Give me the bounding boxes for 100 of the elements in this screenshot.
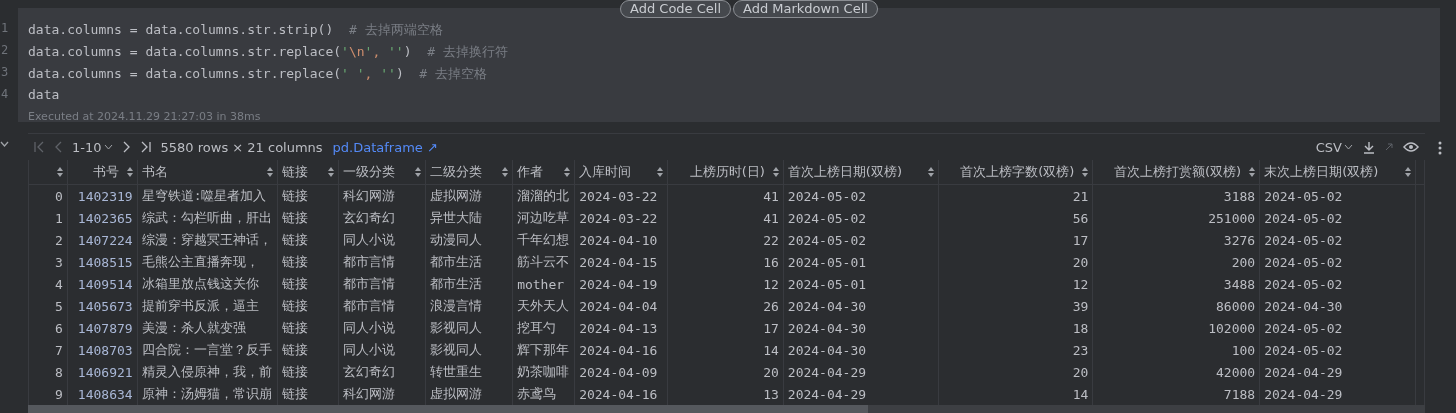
table-cell: 都市言情 (338, 273, 426, 295)
table-cell: 20 (667, 361, 784, 383)
sort-icon[interactable] (1404, 167, 1411, 177)
table-cell: 1405673 (67, 295, 138, 317)
table-cell: 奶茶咖啡 (512, 361, 575, 383)
table-cell: 20 (938, 361, 1093, 383)
more-icon[interactable] (1438, 141, 1442, 155)
column-header[interactable]: 作者 (512, 160, 575, 185)
table-cell: 2024-05-01 (783, 251, 939, 273)
table-cell: 20 (938, 251, 1093, 273)
table-cell: 链接 (277, 207, 339, 229)
table-cell: 1402365 (67, 207, 138, 229)
sort-icon[interactable] (564, 167, 571, 177)
table-cell: 链接 (277, 251, 339, 273)
table-cell: mother (512, 273, 575, 295)
table-cell: 挖耳勺 (512, 317, 575, 339)
row-index: 6 (28, 317, 68, 339)
table-cell: 41 (667, 207, 784, 229)
caret-icon[interactable] (103, 144, 113, 150)
table-cell: 16 (667, 251, 784, 273)
table-cell: 链接 (277, 184, 339, 207)
format-dropdown[interactable]: CSV (1315, 139, 1353, 155)
table-cell: 2024-04-29 (783, 361, 939, 383)
column-header[interactable]: 入库时间 (574, 160, 668, 185)
table-cell: 1409514 (67, 273, 138, 295)
code-line: data.columns = data.columns.str.replace('\n', '') # 去掉换行符 (28, 43, 509, 61)
table-cell: 美漫：杀人就变强 (137, 317, 278, 339)
table-cell: 2024-04-30 (1259, 295, 1416, 317)
table-cell: 1406921 (67, 361, 138, 383)
sort-icon[interactable] (657, 167, 664, 177)
table-cell: 动漫同人 (425, 229, 513, 251)
table-cell: 筋斗云不 (512, 251, 575, 273)
column-header[interactable]: 首次上榜打赏额(双榜) (1092, 160, 1260, 185)
table-cell: 1402319 (67, 184, 138, 207)
line-number: 3 (0, 65, 10, 81)
table-cell: 200 (1092, 251, 1260, 273)
column-header[interactable]: 二级分类 (425, 160, 513, 185)
sort-icon[interactable] (1249, 167, 1256, 177)
download-icon[interactable] (1363, 140, 1375, 154)
table-cell: 都市生活 (425, 251, 513, 273)
table-cell: 3276 (1092, 229, 1260, 251)
table-cell: 2024-05-02 (783, 229, 939, 251)
table-cell: 17 (938, 229, 1093, 251)
chevron-icon[interactable] (0, 141, 9, 147)
column-header[interactable]: 书号 (67, 160, 138, 185)
table-cell: 3488 (1092, 273, 1260, 295)
sort-icon[interactable] (772, 167, 779, 177)
column-header[interactable]: 书名 (137, 160, 278, 185)
code-line: data (28, 87, 61, 104)
table-cell: 39 (938, 295, 1093, 317)
column-header[interactable]: 首次上榜日期(双榜) (783, 160, 939, 185)
table-cell: 1407879 (67, 317, 138, 339)
table-cell: 12 (667, 273, 784, 295)
column-header[interactable] (28, 160, 68, 185)
add-cell-button[interactable]: Add Markdown Cell (733, 0, 878, 18)
sort-icon[interactable] (415, 167, 422, 177)
table-cell: 2024-03-22 (574, 184, 668, 207)
sort-icon[interactable] (328, 167, 335, 177)
sort-icon[interactable] (126, 167, 133, 177)
table-cell: 链接 (277, 361, 339, 383)
column-header[interactable]: 首次上榜字数(双榜) (938, 160, 1093, 185)
table-cell: 1408703 (67, 339, 138, 361)
last-page-icon[interactable] (140, 141, 151, 153)
page-range-dropdown[interactable]: 1-10 (72, 139, 113, 155)
table-cell: 链接 (277, 295, 339, 317)
table-cell: 251000 (1092, 207, 1260, 229)
caret-icon[interactable] (1344, 144, 1353, 150)
table-cell: 100 (1092, 339, 1260, 361)
table-cell: 河边吃草 (512, 207, 575, 229)
table-cell: 精灵入侵原神，我，前 (137, 361, 278, 383)
table-cell: 14 (667, 339, 784, 361)
table-cell: 综漫：穿越冥王神话， (137, 229, 278, 251)
table-cell: 玄幻奇幻 (338, 361, 426, 383)
table-cell: 异世大陆 (425, 207, 513, 229)
table-cell: 18 (938, 317, 1093, 339)
table-cell: 2024-05-02 (783, 207, 939, 229)
type-link[interactable]: pd.Dataframe ↗ (332, 139, 438, 155)
code-line: data.columns = data.columns.str.strip() # 去掉两端空格 (28, 21, 444, 39)
table-cell: 17 (667, 317, 784, 339)
table-cell: 2024-04-30 (783, 339, 939, 361)
sort-icon[interactable] (266, 167, 273, 177)
column-header[interactable]: 一级分类 (338, 160, 426, 185)
sort-icon[interactable] (502, 167, 509, 177)
table-cell: 同人小说 (338, 229, 426, 251)
sort-icon[interactable] (927, 167, 934, 177)
table-cell: 2024-05-02 (1259, 229, 1416, 251)
column-header[interactable]: 末次上榜日期(双榜) (1259, 160, 1416, 185)
table-cell: 同人小说 (338, 339, 426, 361)
table-cell: 2024-04-29 (1259, 361, 1416, 383)
column-header[interactable]: 上榜历时(日) (667, 160, 784, 185)
sort-icon[interactable] (56, 167, 63, 177)
add-cell-button[interactable]: Add Code Cell (620, 0, 731, 18)
eye-icon[interactable] (1403, 141, 1419, 153)
table-cell: 溜溜的北 (512, 184, 575, 207)
sort-icon[interactable] (1082, 167, 1089, 177)
column-header[interactable]: 链接 (277, 160, 339, 185)
next-page-icon[interactable] (122, 141, 131, 153)
row-index: 3 (28, 251, 68, 273)
table-cell: 1407224 (67, 229, 138, 251)
table-cell: 链接 (277, 273, 339, 295)
